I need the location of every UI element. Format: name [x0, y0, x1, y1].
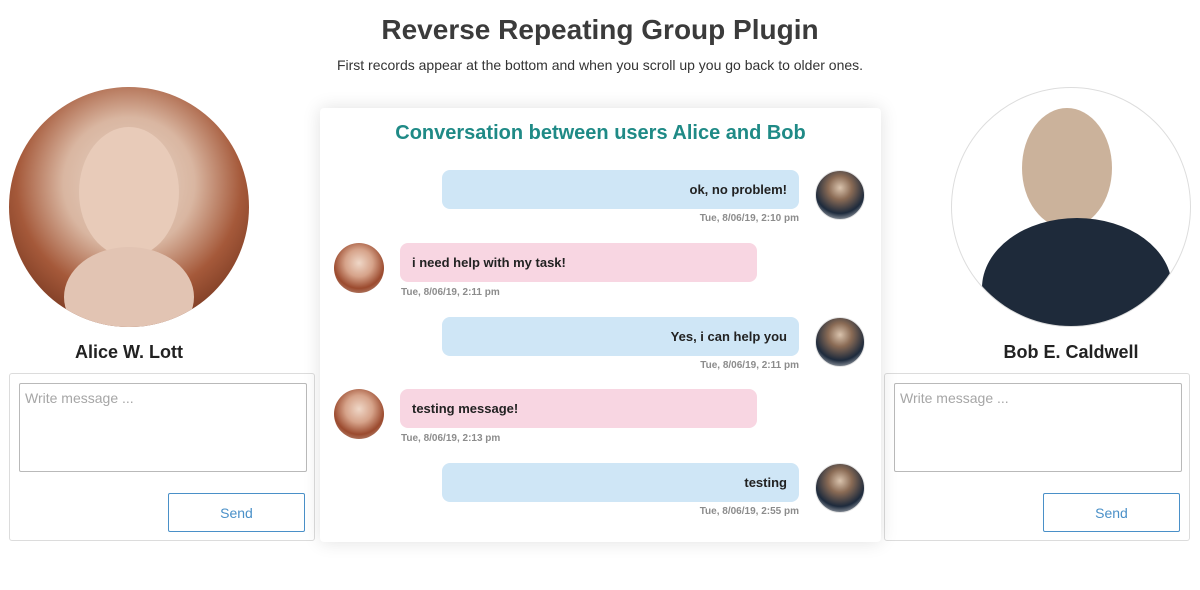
page-subtitle: First records appear at the bottom and w… [336, 57, 864, 73]
alice-avatar [9, 87, 249, 327]
alice-send-button[interactable]: Send [168, 493, 305, 532]
message-bubble-bob: ok, no problem! [442, 170, 799, 209]
message-timestamp: Tue, 8/06/19, 2:10 pm [699, 213, 799, 224]
bob-message-avatar [815, 463, 865, 513]
message-bubble-alice: testing message! [400, 389, 757, 428]
bob-message-input[interactable] [894, 383, 1182, 472]
message-timestamp: Tue, 8/06/19, 2:11 pm [700, 360, 799, 371]
app-page: Reverse Repeating Group Plugin First rec… [0, 0, 1200, 590]
bob-message-avatar [815, 317, 865, 367]
message-bubble-alice: i need help with my task! [400, 243, 757, 282]
bob-face-shape [1022, 108, 1112, 228]
alice-message-input[interactable] [19, 383, 307, 472]
page-title: Reverse Repeating Group Plugin [381, 14, 819, 45]
alice-message-avatar [334, 389, 384, 439]
alice-name: Alice W. Lott [75, 342, 183, 362]
message-timestamp: Tue, 8/06/19, 2:11 pm [401, 287, 500, 298]
conversation-title: Conversation between users Alice and Bob [395, 122, 806, 144]
bob-composer: Send [884, 373, 1190, 541]
alice-face-shape [79, 127, 179, 257]
message-bubble-bob: Yes, i can help you [442, 317, 799, 356]
message-bubble-bob: testing [442, 463, 799, 502]
bob-message-avatar [815, 170, 865, 220]
conversation-panel[interactable]: Conversation between users Alice and Bob… [320, 108, 881, 542]
bob-send-button[interactable]: Send [1043, 493, 1180, 532]
alice-message-avatar [334, 243, 384, 293]
bob-shirt-shape [982, 218, 1172, 326]
bob-name: Bob E. Caldwell [1003, 342, 1139, 362]
bob-avatar [951, 87, 1191, 327]
message-timestamp: Tue, 8/06/19, 2:55 pm [699, 506, 799, 517]
alice-shoulder-shape [64, 247, 194, 327]
message-timestamp: Tue, 8/06/19, 2:13 pm [401, 433, 501, 444]
alice-composer: Send [9, 373, 315, 541]
